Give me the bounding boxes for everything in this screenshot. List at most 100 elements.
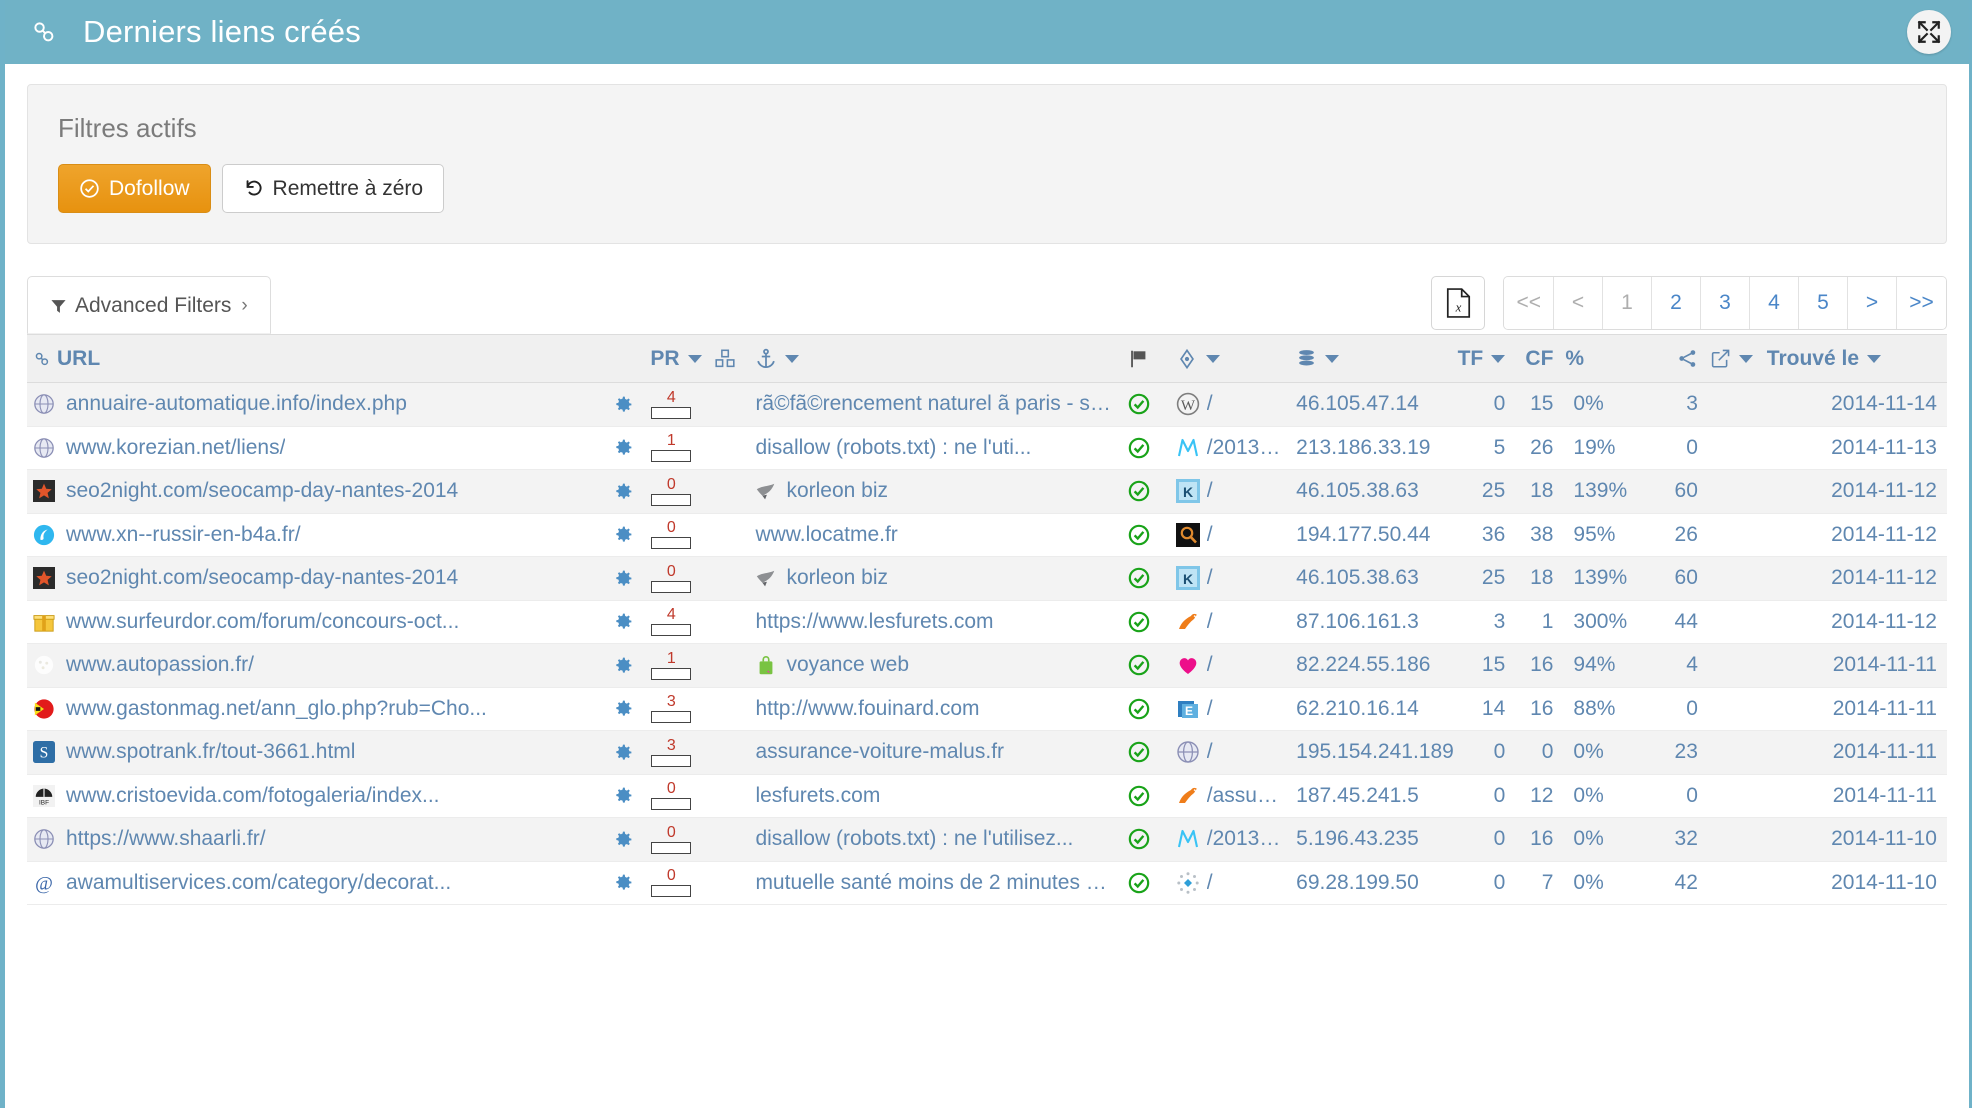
cell-anchor[interactable]: rã©fã©rencement naturel ã paris - se...: [749, 382, 1122, 427]
url-link[interactable]: seo2night.com/seocamp-day-nantes-2014: [66, 566, 458, 590]
cell-settings[interactable]: [607, 426, 645, 471]
cell-anchor[interactable]: disallow (robots.txt) : ne l'uti...: [749, 426, 1122, 471]
cell-ip[interactable]: 46.105.47.14: [1290, 382, 1455, 427]
cell-anchor[interactable]: lesfurets.com: [749, 774, 1122, 819]
column-header-tf[interactable]: TF: [1454, 334, 1512, 384]
cell-url[interactable]: www.xn--russir-en-b4a.fr/: [27, 513, 608, 558]
gear-icon[interactable]: [613, 655, 634, 676]
cell-settings[interactable]: [607, 774, 645, 819]
cell-url[interactable]: IBF www.cristoevida.com/fotogaleria/index…: [27, 774, 608, 819]
table-row[interactable]: https://www.shaarli.fr/0 disallow (robots…: [27, 817, 1947, 862]
column-header-share[interactable]: [1636, 334, 1704, 384]
gear-icon[interactable]: [613, 611, 634, 632]
cell-settings[interactable]: [607, 817, 645, 862]
table-row[interactable]: www.korezian.net/liens/1 disallow (robots…: [27, 426, 1947, 471]
advanced-filters-tab[interactable]: Advanced Filters ›: [27, 276, 271, 335]
cell-anchor[interactable]: www.locatme.fr: [749, 513, 1122, 558]
table-row[interactable]: www.xn--russir-en-b4a.fr/0 www.locatme.fr…: [27, 513, 1947, 558]
cell-url[interactable]: seo2night.com/seocamp-day-nantes-2014: [27, 469, 608, 514]
url-link[interactable]: seo2night.com/seocamp-day-nantes-2014: [66, 479, 458, 503]
gear-icon[interactable]: [613, 524, 634, 545]
anchor-text[interactable]: https://www.lesfurets.com: [755, 610, 993, 634]
cell-url[interactable]: https://www.shaarli.fr/: [27, 817, 608, 862]
table-row[interactable]: @ awamultiservices.com/category/decorat..…: [27, 861, 1947, 906]
page-next-button[interactable]: >: [1848, 277, 1897, 330]
page-5-button[interactable]: 5: [1799, 277, 1848, 330]
cell-cms[interactable]: /2013/0...: [1169, 426, 1291, 471]
anchor-text[interactable]: voyance web: [786, 653, 909, 677]
gear-icon[interactable]: [613, 742, 634, 763]
column-header-cms[interactable]: [1169, 334, 1291, 384]
cell-anchor[interactable]: assurance-voiture-malus.fr: [749, 730, 1122, 775]
cell-settings[interactable]: [607, 600, 645, 645]
cell-ip[interactable]: 46.105.38.63: [1290, 556, 1455, 601]
url-link[interactable]: https://www.shaarli.fr/: [66, 827, 266, 851]
table-row[interactable]: annuaire-automatique.info/index.php 4 rã©f…: [27, 382, 1947, 427]
url-link[interactable]: www.korezian.net/liens/: [66, 436, 285, 460]
gear-icon[interactable]: [613, 437, 634, 458]
gear-icon[interactable]: [613, 785, 634, 806]
anchor-text[interactable]: lesfurets.com: [755, 784, 880, 808]
column-header-external[interactable]: [1703, 334, 1761, 384]
column-header-ip[interactable]: [1290, 334, 1455, 384]
url-link[interactable]: www.gastonmag.net/ann_glo.php?rub=Cho...: [66, 697, 487, 721]
cell-settings[interactable]: [607, 643, 645, 688]
page-2-button[interactable]: 2: [1652, 277, 1701, 330]
page-last-button[interactable]: >>: [1897, 277, 1946, 330]
url-link[interactable]: www.cristoevida.com/fotogaleria/index...: [66, 784, 440, 808]
cell-anchor[interactable]: korleon biz: [749, 556, 1122, 601]
page-prev-button[interactable]: <: [1554, 277, 1603, 330]
cell-cms[interactable]: W /: [1169, 382, 1291, 427]
url-link[interactable]: www.surfeurdor.com/forum/concours-oct...: [66, 610, 459, 634]
cell-anchor[interactable]: http://www.fouinard.com: [749, 687, 1122, 732]
cell-url[interactable]: @ awamultiservices.com/category/decorat..…: [27, 861, 608, 906]
page-4-button[interactable]: 4: [1750, 277, 1799, 330]
gear-icon[interactable]: [613, 829, 634, 850]
cell-cms[interactable]: /: [1169, 643, 1291, 688]
gear-icon[interactable]: [613, 394, 634, 415]
cell-cms[interactable]: /: [1169, 730, 1291, 775]
cell-ip[interactable]: 194.177.50.44: [1290, 513, 1455, 558]
table-row[interactable]: IBF www.cristoevida.com/fotogaleria/index…: [27, 774, 1947, 819]
cell-ip[interactable]: 195.154.241.189: [1290, 730, 1455, 775]
cell-ip[interactable]: 69.28.199.50: [1290, 861, 1455, 906]
cell-anchor[interactable]: korleon biz: [749, 469, 1122, 514]
table-row[interactable]: www.autopassion.fr/1 voyance web / 82.224.5…: [27, 643, 1947, 688]
url-link[interactable]: www.xn--russir-en-b4a.fr/: [66, 523, 301, 547]
page-first-button[interactable]: <<: [1504, 277, 1554, 330]
cell-cms[interactable]: /assura...: [1169, 774, 1291, 819]
table-row[interactable]: Swww.spotrank.fr/tout-3661.html 3 assuranc…: [27, 730, 1947, 775]
gear-icon[interactable]: [613, 698, 634, 719]
anchor-text[interactable]: korleon biz: [786, 566, 888, 590]
cell-settings[interactable]: [607, 469, 645, 514]
cell-cms[interactable]: K /: [1169, 469, 1291, 514]
cell-settings[interactable]: [607, 730, 645, 775]
anchor-text[interactable]: disallow (robots.txt) : ne l'utilisez...: [755, 827, 1073, 851]
gear-icon[interactable]: [613, 568, 634, 589]
cell-cms[interactable]: K /: [1169, 556, 1291, 601]
anchor-text[interactable]: disallow (robots.txt) : ne l'uti...: [755, 436, 1031, 460]
anchor-text[interactable]: assurance-voiture-malus.fr: [755, 740, 1004, 764]
cell-cms[interactable]: /2013/0...: [1169, 817, 1291, 862]
cell-settings[interactable]: [607, 513, 645, 558]
cell-anchor[interactable]: voyance web: [749, 643, 1122, 688]
cell-ip[interactable]: 62.210.16.14: [1290, 687, 1455, 732]
anchor-text[interactable]: www.locatme.fr: [755, 523, 897, 547]
url-link[interactable]: awamultiservices.com/category/decorat...: [66, 871, 451, 895]
gear-icon[interactable]: [613, 872, 634, 893]
column-header-found-date[interactable]: Trouvé le: [1760, 334, 1947, 384]
cell-ip[interactable]: 5.196.43.235: [1290, 817, 1455, 862]
column-header-url[interactable]: URL: [27, 334, 608, 384]
page-3-button[interactable]: 3: [1701, 277, 1750, 330]
cell-anchor[interactable]: mutuelle santé moins de 2 minutes pou...: [749, 861, 1122, 906]
cell-ip[interactable]: 187.45.241.5: [1290, 774, 1455, 819]
expand-button[interactable]: [1907, 10, 1951, 54]
table-row[interactable]: www.surfeurdor.com/forum/concours-oct...…: [27, 600, 1947, 645]
cell-anchor[interactable]: disallow (robots.txt) : ne l'utilisez...: [749, 817, 1122, 862]
cell-url[interactable]: www.gastonmag.net/ann_glo.php?rub=Cho...: [27, 687, 608, 732]
column-header-anchor[interactable]: [749, 334, 1122, 384]
cell-settings[interactable]: [607, 687, 645, 732]
cell-settings[interactable]: [607, 861, 645, 906]
cell-settings[interactable]: [607, 556, 645, 601]
cell-ip[interactable]: 213.186.33.19: [1290, 426, 1455, 471]
